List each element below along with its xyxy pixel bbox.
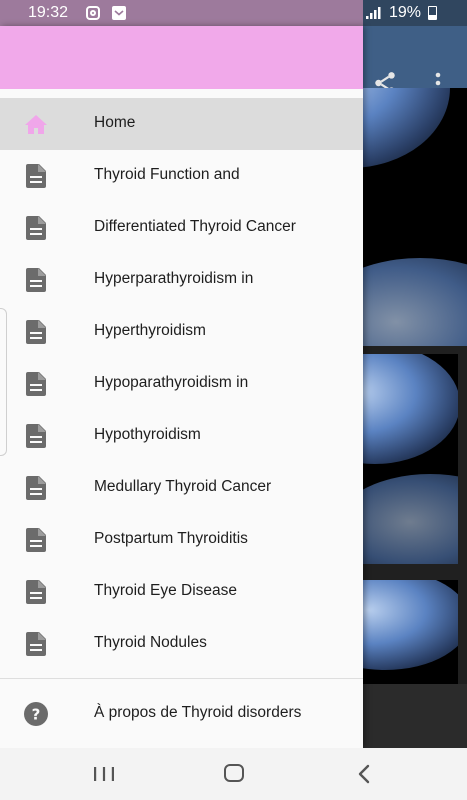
status-bar: 19:32 19% — [0, 0, 467, 26]
home-icon — [24, 112, 48, 136]
document-icon — [24, 216, 48, 240]
drawer-item-label: Thyroid Nodules — [94, 634, 207, 651]
instagram-icon — [86, 6, 100, 20]
drawer-item-hypoparathyroidism[interactable]: Hypoparathyroidism in — [0, 358, 363, 410]
document-icon — [24, 476, 48, 500]
drawer-item-label: Hypothyroidism — [94, 426, 201, 443]
drawer-item-thyroid-function[interactable]: Thyroid Function and — [0, 150, 363, 202]
battery-percentage: 19% — [389, 4, 422, 21]
drawer-item-hyperthyroidism[interactable]: Hyperthyroidism — [0, 306, 363, 358]
drawer-item-about[interactable]: ? À propos de Thyroid disorders — [0, 688, 363, 740]
drawer-item-label: Thyroid Function and — [94, 166, 240, 183]
drawer-item-label: À propos de Thyroid disorders — [94, 704, 302, 721]
back-icon[interactable] — [357, 764, 371, 784]
document-icon — [24, 528, 48, 552]
document-icon — [24, 164, 48, 188]
recents-icon[interactable] — [93, 766, 115, 782]
drawer-item-medullary-thyroid-cancer[interactable]: Medullary Thyroid Cancer — [0, 462, 363, 514]
drawer-item-label: Hyperparathyroidism in — [94, 270, 254, 287]
drawer-item-label: Home — [94, 114, 136, 131]
drawer-item-label: Thyroid Eye Disease — [94, 582, 238, 599]
drawer-item-hyperparathyroidism[interactable]: Hyperparathyroidism in — [0, 254, 363, 306]
drawer-item-label: Differentiated Thyroid Cancer — [94, 218, 296, 235]
document-icon — [24, 424, 48, 448]
drawer-header — [0, 26, 363, 89]
battery-icon — [428, 6, 437, 20]
drawer-item-thyroid-eye-disease[interactable]: Thyroid Eye Disease — [0, 566, 363, 618]
drawer-item-home[interactable]: Home — [0, 98, 363, 150]
document-icon — [24, 268, 48, 292]
drawer-item-label: Medullary Thyroid Cancer — [94, 478, 272, 495]
navigation-drawer: Home Thyroid Function and Differentiated… — [0, 26, 363, 748]
help-icon: ? — [24, 702, 48, 726]
drawer-item-label: Hypoparathyroidism in — [94, 374, 249, 391]
drawer-item-hypothyroidism[interactable]: Hypothyroidism — [0, 410, 363, 462]
document-icon — [24, 580, 48, 604]
document-icon — [24, 372, 48, 396]
status-time: 19:32 — [28, 4, 69, 21]
document-icon — [24, 632, 48, 656]
drawer-item-thyroid-nodules[interactable]: Thyroid Nodules — [0, 618, 363, 670]
document-icon — [24, 320, 48, 344]
signal-icon — [366, 7, 381, 19]
mail-icon — [112, 6, 126, 20]
drawer-item-label: Postpartum Thyroiditis — [94, 530, 248, 547]
drawer-item-postpartum-thyroiditis[interactable]: Postpartum Thyroiditis — [0, 514, 363, 566]
drawer-menu: Home Thyroid Function and Differentiated… — [0, 98, 363, 670]
svg-text:?: ? — [32, 706, 41, 724]
drawer-divider — [0, 678, 363, 679]
home-nav-icon[interactable] — [224, 764, 244, 782]
drawer-item-label: Hyperthyroidism — [94, 322, 206, 339]
drawer-edge-handle[interactable] — [0, 308, 7, 456]
system-nav-bar — [0, 748, 467, 800]
drawer-item-differentiated-thyroid-cancer[interactable]: Differentiated Thyroid Cancer — [0, 202, 363, 254]
